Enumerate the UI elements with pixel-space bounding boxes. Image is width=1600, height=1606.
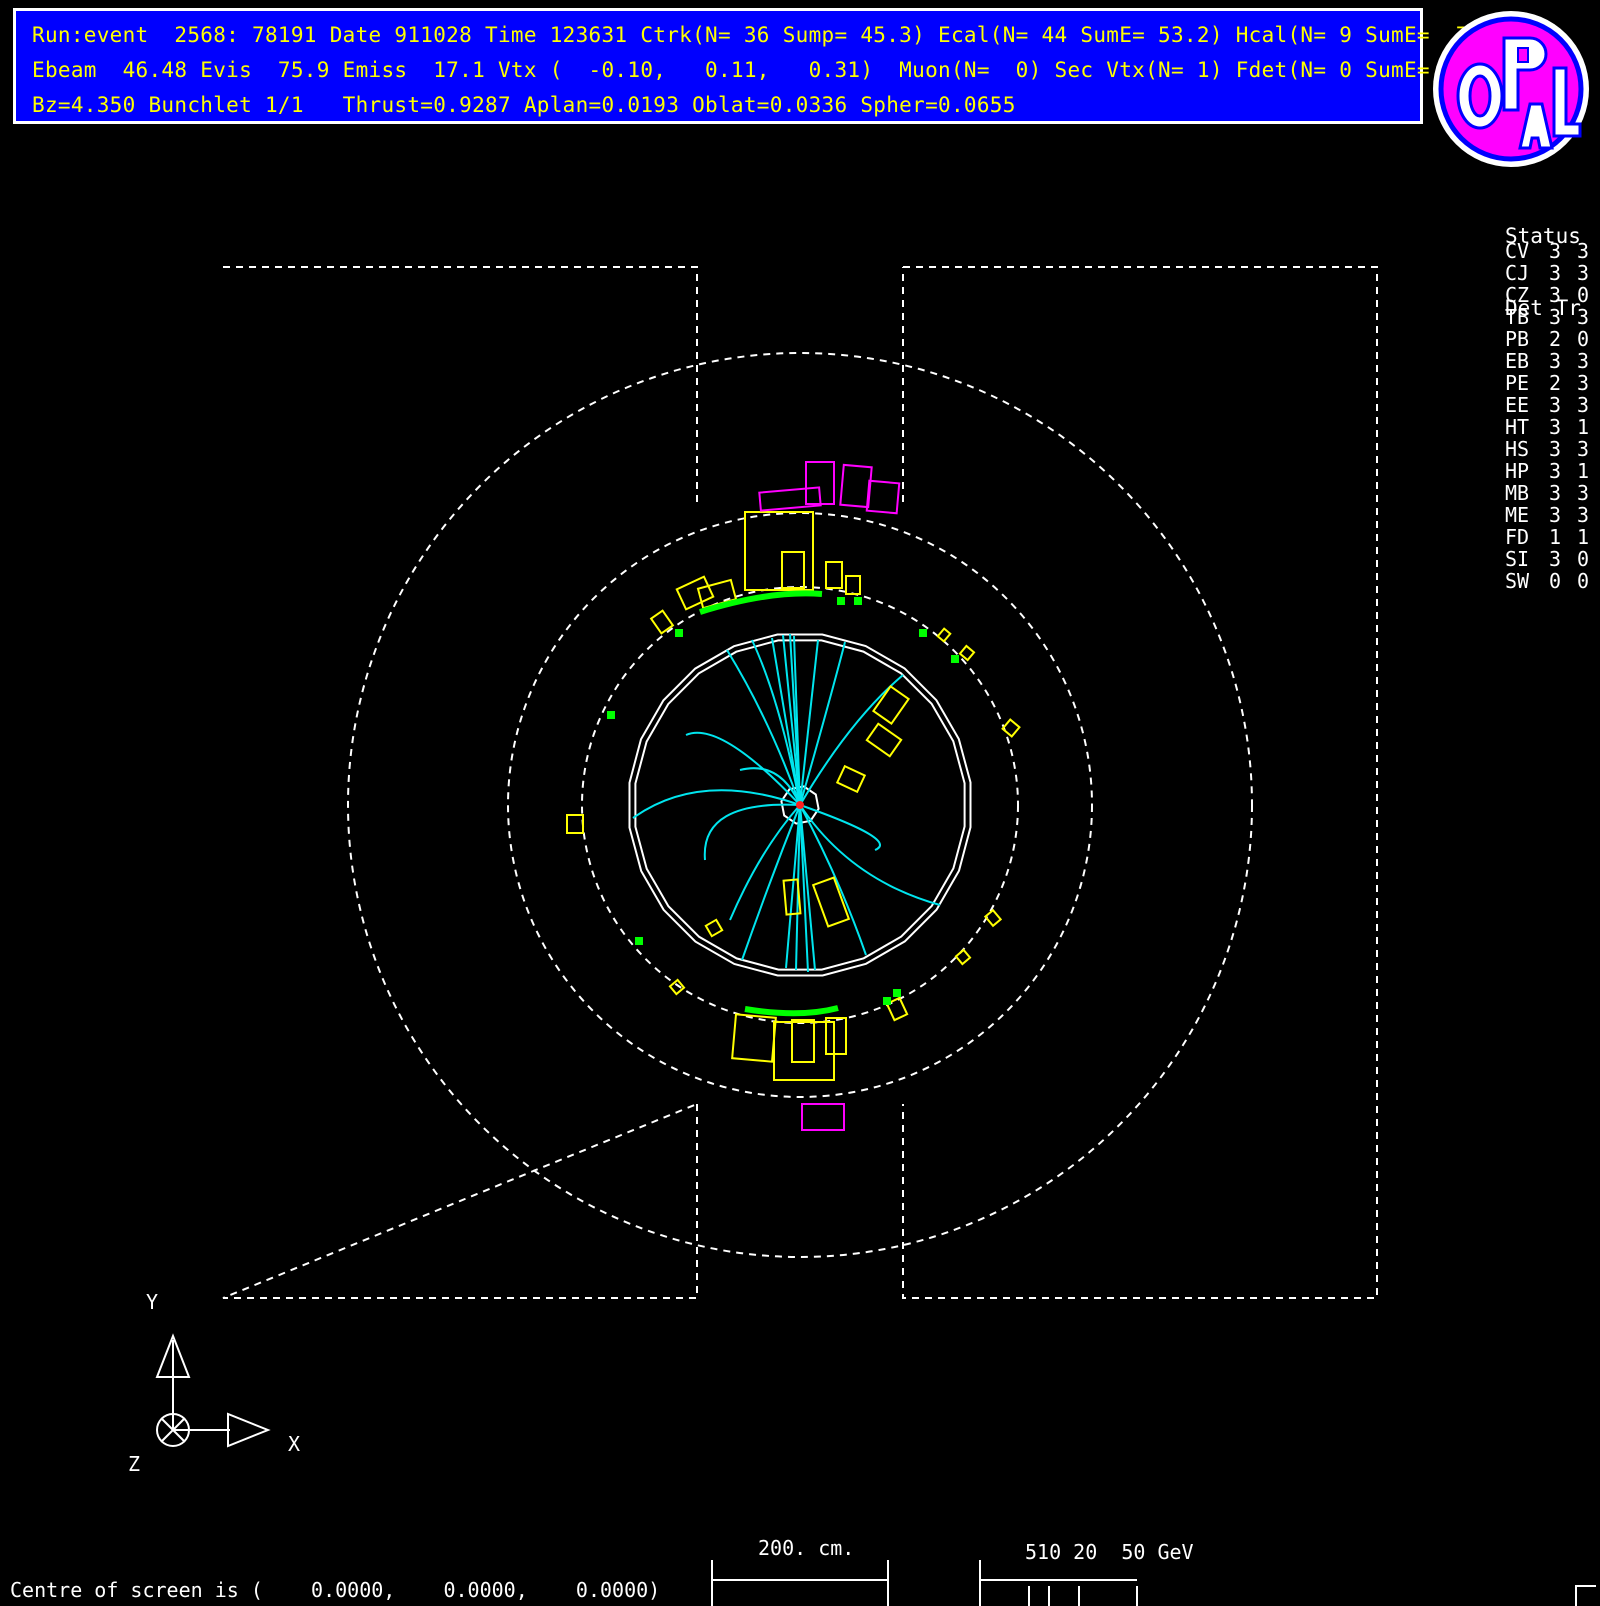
ecal-cluster	[791, 1019, 815, 1063]
ecal-cluster	[936, 627, 952, 643]
corner-mark	[1575, 1585, 1596, 1606]
presampler-hit-top	[699, 590, 823, 615]
ecal-cluster	[1001, 718, 1021, 738]
centre-of-screen-readout: Centre of screen is ( 0.0000, 0.0000, 0.…	[10, 1578, 661, 1602]
ecal-cluster	[865, 722, 903, 758]
presampler-hit	[854, 597, 862, 605]
presampler-hit	[951, 655, 959, 663]
charged-track	[799, 674, 904, 806]
magnet-yoke-left	[222, 266, 698, 1299]
charged-track	[729, 804, 801, 921]
hcal-cluster	[758, 486, 822, 512]
hcal-cluster	[865, 479, 901, 515]
ecal-cluster	[825, 561, 843, 589]
presampler-hit	[635, 937, 643, 945]
vertex-marker	[796, 801, 804, 809]
ecal-cluster	[781, 551, 805, 589]
ecal-cluster	[871, 685, 911, 725]
energy-scale-bar	[979, 1560, 1138, 1606]
magnet-yoke-right	[902, 266, 1378, 1299]
charged-track	[726, 649, 801, 806]
charged-track	[739, 767, 801, 806]
length-scale-bar	[711, 1560, 889, 1606]
presampler-hit	[837, 597, 845, 605]
presampler-hit	[893, 989, 901, 997]
event-display	[155, 266, 1596, 1606]
charged-track	[799, 804, 941, 906]
axis-label-z: Z	[128, 1452, 141, 1476]
ecal-cluster	[731, 1013, 777, 1063]
ecal-cluster	[845, 575, 861, 595]
ecal-cluster	[825, 1017, 847, 1055]
axis-icon	[155, 1333, 271, 1448]
charged-track	[741, 804, 801, 961]
presampler-hit	[883, 997, 891, 1005]
ecal-cluster	[566, 814, 584, 834]
axis-label-x: X	[288, 1432, 301, 1456]
length-scale-label: 200. cm.	[758, 1536, 855, 1560]
presampler-hit-bottom	[744, 1005, 839, 1017]
presampler-hit	[607, 711, 615, 719]
presampler-hit	[919, 629, 927, 637]
ecal-cluster	[811, 876, 851, 928]
ecal-cluster	[675, 575, 715, 611]
charged-track	[703, 803, 801, 861]
axis-label-y: Y	[146, 1290, 159, 1314]
hcal-cluster	[801, 1103, 845, 1131]
ecal-cluster	[835, 764, 867, 794]
ecal-cluster	[983, 908, 1003, 928]
ecal-cluster	[954, 948, 972, 966]
ecal-cluster	[958, 644, 976, 662]
ecal-cluster	[668, 978, 686, 996]
ecal-cluster	[704, 918, 724, 938]
presampler-hit	[675, 629, 683, 637]
energy-scale-label: 510 20 50 GeV	[1025, 1540, 1194, 1564]
